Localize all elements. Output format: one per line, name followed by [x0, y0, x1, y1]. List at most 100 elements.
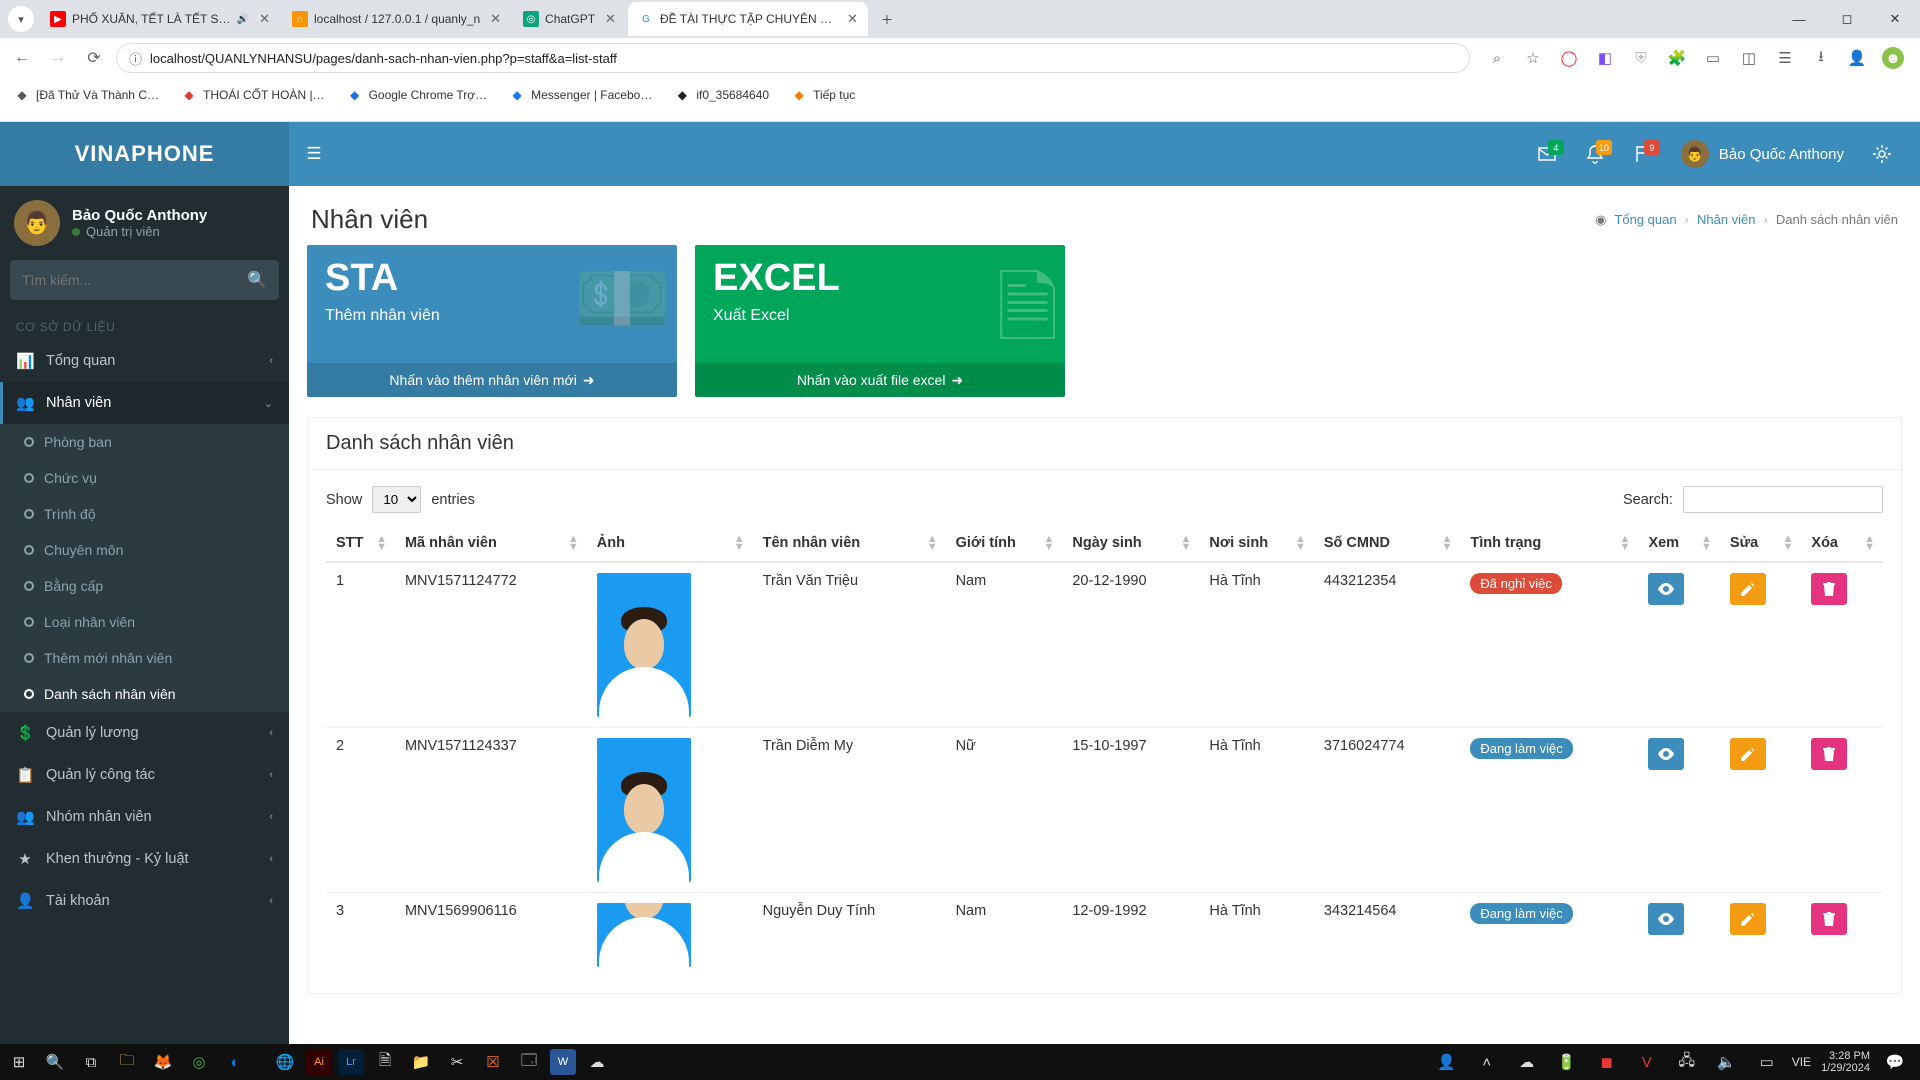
firefox-icon[interactable]: 🦊: [148, 1047, 178, 1077]
address-bar[interactable]: ⓘ localhost/QUANLYNHANSU/pages/danh-sach…: [116, 43, 1470, 73]
table-header[interactable]: Tình trạng▲▼: [1460, 525, 1638, 562]
edit-button[interactable]: [1730, 903, 1766, 935]
edit-button[interactable]: [1730, 738, 1766, 770]
onedrive-tray-icon[interactable]: ☁: [1512, 1047, 1542, 1077]
notepad-icon[interactable]: 🗎: [370, 1047, 400, 1077]
topbar-settings-button[interactable]: [1862, 134, 1902, 174]
snipping-tool-icon[interactable]: ✂: [442, 1047, 472, 1077]
star-icon[interactable]: ☆: [1522, 47, 1544, 69]
table-header[interactable]: Xem▲▼: [1638, 525, 1719, 562]
task-view-icon[interactable]: ⧉: [76, 1047, 106, 1077]
bookmark-item[interactable]: ◆Messenger | Facebo…: [509, 87, 652, 103]
taskbar-search-icon[interactable]: 🔍: [40, 1047, 70, 1077]
sidebar-item[interactable]: 📊Tổng quan‹: [0, 340, 289, 382]
card-export-excel[interactable]: EXCEL Xuất Excel 🗎 Nhấn vào xuất file ex…: [695, 245, 1065, 397]
action-center-icon[interactable]: 💬: [1880, 1047, 1910, 1077]
sidebar-subitem[interactable]: Bằng cấp: [0, 568, 289, 604]
table-header[interactable]: Mã nhân viên▲▼: [395, 525, 587, 562]
browser-tab[interactable]: ▶PHỐ XUÂN, TẾT LÀ TẾT SU…🔊✕: [40, 2, 280, 36]
table-header[interactable]: STT▲▼: [326, 525, 395, 562]
sidebar-item[interactable]: 📋Quản lý công tác‹: [0, 754, 289, 796]
reading-list-icon[interactable]: ☰: [1774, 47, 1796, 69]
card-sta-footer[interactable]: Nhấn vào thêm nhân viên mới➜: [307, 363, 677, 397]
start-button[interactable]: ⊞: [4, 1047, 34, 1077]
back-button[interactable]: ←: [8, 44, 36, 72]
ext-tab-icon[interactable]: ▭: [1702, 47, 1724, 69]
ime-tray-icon[interactable]: ▭: [1752, 1047, 1782, 1077]
explorer-folder-icon[interactable]: 📁: [406, 1047, 436, 1077]
sidebar-subitem[interactable]: Trình độ: [0, 496, 289, 532]
browser-tab[interactable]: ⌂localhost / 127.0.0.1 / quanly_n✕: [282, 2, 511, 36]
tab-close-icon[interactable]: ✕: [259, 11, 270, 27]
bookmark-item[interactable]: ◆Google Chrome Trợ…: [347, 87, 488, 103]
delete-button[interactable]: [1811, 738, 1847, 770]
edge-icon[interactable]: ◐: [220, 1047, 250, 1077]
sidebar-subitem[interactable]: Thêm mới nhân viên: [0, 640, 289, 676]
card-add-staff[interactable]: STA Thêm nhân viên 💵 Nhấn vào thêm nhân …: [307, 245, 677, 397]
sidebar-subitem[interactable]: Phòng ban: [0, 424, 289, 460]
table-header[interactable]: Số CMND▲▼: [1314, 525, 1460, 562]
ext-purple-icon[interactable]: ◧: [1594, 47, 1616, 69]
audio-icon[interactable]: 🔊: [237, 14, 249, 25]
network-tray-icon[interactable]: 🖧: [1672, 1047, 1702, 1077]
table-header[interactable]: Giới tính▲▼: [946, 525, 1063, 562]
brand-logo[interactable]: VINAPHONE: [0, 122, 289, 186]
sidebar-toggle-button[interactable]: ☰: [289, 144, 339, 164]
delete-button[interactable]: [1811, 903, 1847, 935]
window-maximize[interactable]: ◻: [1824, 3, 1870, 35]
battery-tray-icon[interactable]: 🔋: [1552, 1047, 1582, 1077]
lightroom-icon[interactable]: Lr: [338, 1049, 364, 1075]
window-close[interactable]: ✕: [1872, 3, 1918, 35]
sidebar-subitem[interactable]: Loại nhân viên: [0, 604, 289, 640]
ime-lang[interactable]: VIE: [1792, 1055, 1811, 1069]
ext-opera-icon[interactable]: ◯: [1558, 47, 1580, 69]
volume-tray-icon[interactable]: 🔈: [1712, 1047, 1742, 1077]
sidebar-subitem[interactable]: Chuyên môn: [0, 532, 289, 568]
profile-avatar-icon[interactable]: ☻: [1882, 47, 1904, 69]
xampp-icon[interactable]: ☒: [478, 1047, 508, 1077]
tab-close-icon[interactable]: ✕: [847, 11, 858, 27]
bookmark-item[interactable]: ◆[Đã Thử Và Thành C…: [14, 87, 159, 103]
bookmark-item[interactable]: ◆if0_35684640: [674, 87, 769, 103]
ext-shield-icon[interactable]: ⛨: [1630, 47, 1652, 69]
extensions-icon[interactable]: 🧩: [1666, 47, 1688, 69]
breadcrumb-mid[interactable]: Nhân viên: [1697, 212, 1756, 227]
bookmark-item[interactable]: ◆Tiếp tục: [791, 87, 855, 103]
account-icon[interactable]: 👤: [1846, 47, 1868, 69]
reload-button[interactable]: ⟳: [80, 44, 108, 72]
tray-chevron-icon[interactable]: ˄: [1472, 1047, 1502, 1077]
tab-close-icon[interactable]: ✕: [490, 11, 501, 27]
browser-tab[interactable]: ◎ChatGPT✕: [513, 2, 626, 36]
downloads-icon[interactable]: ⭳: [1810, 47, 1832, 69]
topbar-bell-button[interactable]: 10: [1575, 134, 1615, 174]
datatable-search-input[interactable]: [1683, 486, 1883, 513]
word-icon[interactable]: W: [550, 1049, 576, 1075]
table-header[interactable]: Sửa▲▼: [1720, 525, 1801, 562]
app-icon[interactable]: 🗔: [514, 1047, 544, 1077]
bookmark-item[interactable]: ◆THOÁI CỐT HOÀN |…: [181, 87, 325, 103]
topbar-user-menu[interactable]: 👨 Bảo Quốc Anthony: [1671, 140, 1854, 168]
sidebar-item[interactable]: 👥Nhân viên⌄: [0, 382, 289, 424]
table-header[interactable]: Xóa▲▼: [1801, 525, 1883, 562]
delete-button[interactable]: [1811, 573, 1847, 605]
table-header[interactable]: Ngày sinh▲▼: [1062, 525, 1199, 562]
forward-button[interactable]: →: [44, 44, 72, 72]
people-icon[interactable]: 👤: [1432, 1047, 1462, 1077]
length-select[interactable]: 10: [372, 486, 421, 513]
coccoc-icon[interactable]: ◎: [184, 1047, 214, 1077]
lens-icon[interactable]: ⌕: [1486, 47, 1508, 69]
app2-icon[interactable]: ☁: [582, 1047, 612, 1077]
tab-search-button[interactable]: ▾: [8, 6, 34, 32]
sidebar-search[interactable]: 🔍: [10, 260, 279, 300]
browser-tab[interactable]: GĐỀ TÀI THỰC TẬP CHUYÊN NG✕: [628, 2, 868, 36]
topbar-mail-button[interactable]: 4: [1527, 134, 1567, 174]
sidebar-item[interactable]: ★Khen thưởng - Kỷ luật‹: [0, 838, 289, 880]
taskbar-clock[interactable]: 3:28 PM 1/29/2024: [1821, 1050, 1870, 1074]
sidebar-search-input[interactable]: [22, 272, 247, 288]
window-minimize[interactable]: ―: [1776, 3, 1822, 35]
tab-close-icon[interactable]: ✕: [605, 11, 616, 27]
table-header[interactable]: Ảnh▲▼: [587, 525, 753, 562]
edit-button[interactable]: [1730, 573, 1766, 605]
breadcrumb-root[interactable]: Tổng quan: [1614, 212, 1676, 227]
chrome-icon[interactable]: 🌐: [270, 1047, 300, 1077]
